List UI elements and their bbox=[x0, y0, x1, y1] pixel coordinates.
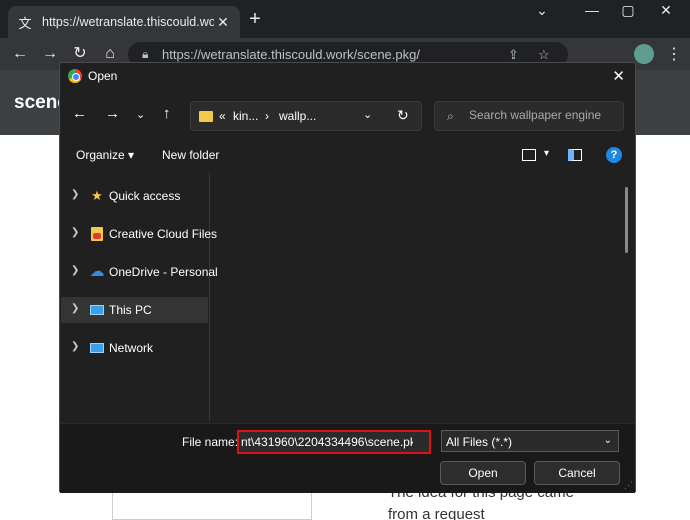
nav-item-onedrive[interactable]: ❯ ☁ OneDrive - Personal bbox=[61, 259, 218, 285]
nav-item-label: This PC bbox=[109, 303, 152, 317]
chevron-right-icon[interactable]: ❯ bbox=[71, 341, 79, 352]
file-type-value: All Files (*.*) bbox=[446, 435, 513, 449]
breadcrumb-overflow[interactable]: « bbox=[219, 109, 226, 123]
search-icon: ⌕ bbox=[447, 109, 454, 123]
share-icon[interactable]: ⇪ bbox=[508, 47, 519, 63]
nav-item-label: Creative Cloud Files bbox=[109, 227, 218, 241]
file-name-input[interactable] bbox=[239, 432, 413, 452]
minimize-button[interactable]: — bbox=[582, 2, 602, 22]
nav-item-label: OneDrive - Personal bbox=[109, 265, 218, 279]
bookmark-star-icon[interactable]: ☆ bbox=[538, 47, 550, 63]
browser-tab[interactable]: 文 https://wetranslate.thiscould.work ✕ bbox=[8, 6, 240, 38]
tab-title: https://wetranslate.thiscould.work bbox=[42, 15, 214, 29]
dialog-footer: File name: ⌄ All Files (*.*) ⌄ Open Canc… bbox=[60, 423, 635, 493]
tab-search-icon[interactable]: ⌄ bbox=[532, 2, 552, 22]
dialog-forward-icon[interactable]: → bbox=[105, 105, 120, 122]
creative-cloud-icon bbox=[89, 226, 105, 242]
folder-icon bbox=[199, 111, 213, 122]
view-caret-icon[interactable]: ▾ bbox=[544, 148, 549, 159]
dialog-back-icon[interactable]: ← bbox=[72, 105, 87, 122]
network-icon bbox=[89, 340, 105, 356]
star-icon: ★ bbox=[91, 188, 103, 203]
nav-item-label: Network bbox=[109, 341, 154, 355]
refresh-icon[interactable]: ↻ bbox=[397, 107, 409, 124]
file-type-select[interactable]: All Files (*.*) ⌄ bbox=[441, 430, 619, 452]
nav-item-this-pc[interactable]: ❯ This PC bbox=[61, 297, 208, 323]
menu-icon[interactable]: ⋮ bbox=[666, 44, 682, 64]
file-list-pane[interactable] bbox=[211, 173, 635, 421]
computer-icon bbox=[89, 302, 105, 318]
breadcrumb-separator: › bbox=[265, 109, 269, 123]
open-file-dialog: Open ✕ ← → ⌄ ↑ « kin... › wallp... ⌄ ↻ ⌕… bbox=[59, 62, 636, 493]
maximize-button[interactable]: ▢ bbox=[618, 2, 638, 22]
lock-icon: 🔒︎ bbox=[142, 47, 149, 61]
dialog-titlebar: Open ✕ bbox=[60, 63, 635, 91]
dialog-close-icon[interactable]: ✕ bbox=[612, 67, 625, 85]
chevron-right-icon[interactable]: ❯ bbox=[71, 265, 79, 276]
navigation-pane: ❯ ★ Quick access ❯ Creative Cloud Files … bbox=[60, 173, 218, 421]
preview-pane-icon[interactable] bbox=[568, 149, 582, 161]
new-tab-button[interactable]: + bbox=[244, 9, 266, 31]
reload-icon[interactable]: ↻ bbox=[70, 44, 90, 64]
profile-avatar-icon[interactable] bbox=[634, 44, 654, 64]
help-icon[interactable]: ? bbox=[606, 147, 622, 163]
close-window-button[interactable]: ✕ bbox=[656, 2, 676, 22]
nav-item-quick-access[interactable]: ❯ ★ Quick access bbox=[61, 183, 208, 209]
chevron-right-icon[interactable]: ❯ bbox=[71, 227, 79, 238]
page-box bbox=[112, 490, 312, 520]
nav-item-label: Quick access bbox=[109, 189, 181, 203]
dialog-command-bar: Organize ▾ New folder ▾ ? bbox=[60, 143, 635, 169]
browser-tab-bar: 文 https://wetranslate.thiscould.work ✕ +… bbox=[0, 0, 690, 38]
dialog-title: Open bbox=[88, 69, 118, 83]
up-folder-icon[interactable]: ↑ bbox=[163, 105, 171, 122]
open-button[interactable]: Open bbox=[440, 461, 526, 485]
dialog-nav-bar: ← → ⌄ ↑ « kin... › wallp... ⌄ ↻ ⌕ bbox=[60, 97, 635, 133]
new-folder-button[interactable]: New folder bbox=[162, 148, 219, 162]
organize-menu[interactable]: Organize ▾ bbox=[76, 148, 134, 162]
breadcrumb-kin[interactable]: kin... bbox=[233, 109, 258, 123]
url-text: https://wetranslate.thiscould.work/scene… bbox=[162, 47, 420, 62]
path-dropdown-icon[interactable]: ⌄ bbox=[363, 108, 372, 121]
back-icon[interactable]: ← bbox=[10, 44, 30, 64]
resize-grip-icon[interactable]: ⋰ bbox=[624, 480, 633, 491]
recent-locations-icon[interactable]: ⌄ bbox=[136, 108, 145, 121]
nav-item-creative-cloud[interactable]: ❯ Creative Cloud Files bbox=[61, 221, 217, 247]
file-name-label: File name: bbox=[182, 435, 239, 449]
cloud-icon: ☁ bbox=[89, 263, 105, 280]
file-name-field[interactable]: ⌄ bbox=[237, 430, 603, 454]
path-bar[interactable]: « kin... › wallp... ⌄ ↻ bbox=[190, 101, 422, 131]
chrome-icon bbox=[68, 69, 82, 83]
chevron-right-icon[interactable]: ❯ bbox=[71, 303, 79, 314]
nav-item-network[interactable]: ❯ Network bbox=[61, 335, 208, 361]
search-input[interactable] bbox=[469, 108, 619, 122]
forward-icon[interactable]: → bbox=[40, 44, 60, 64]
cancel-button[interactable]: Cancel bbox=[534, 461, 620, 485]
tab-close-icon[interactable]: ✕ bbox=[214, 14, 232, 31]
chevron-right-icon[interactable]: ❯ bbox=[71, 189, 79, 200]
view-options-icon[interactable] bbox=[522, 149, 536, 161]
scrollbar[interactable] bbox=[625, 187, 628, 253]
chevron-down-icon: ⌄ bbox=[603, 435, 612, 446]
translate-icon: 文 bbox=[18, 15, 32, 31]
breadcrumb-wallp[interactable]: wallp... bbox=[279, 109, 316, 123]
home-icon[interactable]: ⌂ bbox=[100, 44, 120, 64]
dialog-search-box[interactable]: ⌕ bbox=[434, 101, 624, 131]
